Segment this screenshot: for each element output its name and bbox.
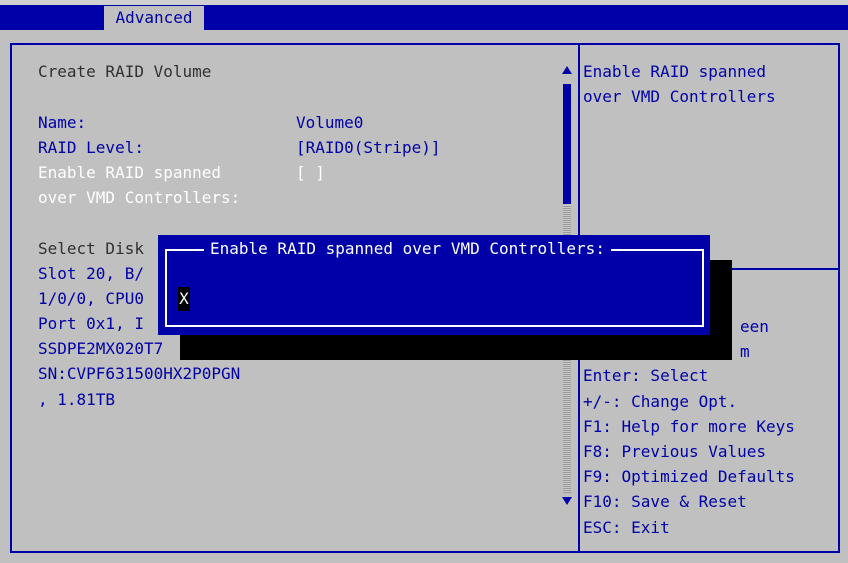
key-help-f8: F8: Previous Values — [583, 442, 767, 461]
span-vmd-label-line-2[interactable]: over VMD Controllers: — [38, 185, 240, 211]
help-text-line-1: Enable RAID spanned — [583, 62, 767, 81]
span-vmd-label-line-1[interactable]: Enable RAID spanned — [38, 160, 221, 186]
disk-item-line-6[interactable]: , 1.81TB — [38, 387, 115, 413]
disk-item-line-4[interactable]: SSDPE2MX020T7 — [38, 336, 163, 362]
disk-item-line-1[interactable]: Slot 20, B/ — [38, 261, 144, 287]
disk-item-line-5[interactable]: SN:CVPF631500HX2P0PGN — [38, 361, 240, 387]
key-help-f9: F9: Optimized Defaults — [583, 467, 795, 486]
disk-item-line-3[interactable]: Port 0x1, I — [38, 311, 144, 337]
key-help-change: +/-: Change Opt. — [583, 392, 738, 411]
key-help-enter: Enter: Select — [583, 366, 709, 385]
key-help-esc: ESC: Exit — [583, 518, 670, 537]
page-title: Create RAID Volume — [38, 62, 212, 81]
dialog-shadow-bottom — [180, 335, 732, 360]
name-value[interactable]: Volume0 — [296, 110, 363, 136]
raid-level-label: RAID Level: — [38, 138, 144, 157]
name-label: Name: — [38, 113, 87, 132]
key-help-f10: F10: Save & Reset — [583, 492, 747, 511]
span-vmd-checkbox[interactable]: [ ] — [296, 160, 325, 186]
raid-level-value[interactable]: [RAID0(Stripe)] — [296, 135, 441, 161]
help-text-line-2: over VMD Controllers — [583, 87, 776, 106]
disk-item-line-2[interactable]: 1/0/0, CPU0 — [38, 286, 144, 312]
scroll-up-arrow-icon[interactable] — [562, 66, 572, 74]
scroll-down-arrow-icon[interactable] — [562, 497, 572, 505]
dialog-option-selected[interactable]: X — [178, 287, 190, 311]
scrollbar-thumb[interactable] — [563, 84, 571, 204]
key-help-partial-2: m — [740, 342, 750, 361]
tab-advanced[interactable]: Advanced — [104, 6, 204, 30]
dialog-title: Enable RAID spanned over VMD Controllers… — [204, 236, 611, 262]
select-disks-label: Select Disk — [38, 239, 144, 258]
top-menu-strip — [0, 0, 848, 5]
key-help-partial-1: een — [740, 317, 769, 336]
key-help-f1: F1: Help for more Keys — [583, 417, 795, 436]
